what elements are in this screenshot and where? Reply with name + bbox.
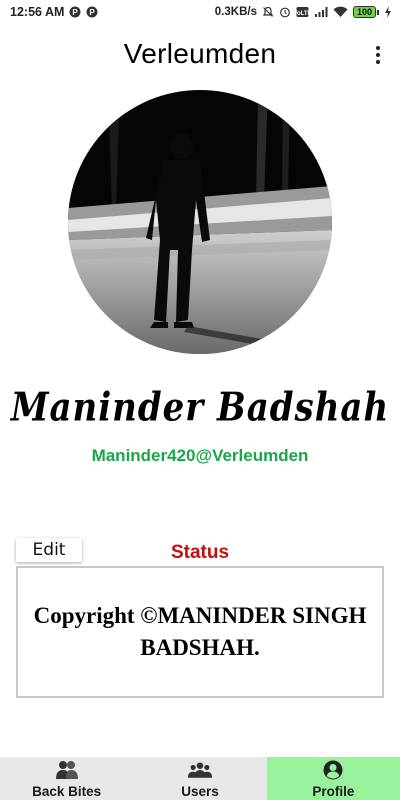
bottom-nav: Back Bites Users Profile	[0, 757, 400, 800]
tab-back-bites-label: Back Bites	[32, 784, 102, 799]
tab-back-bites[interactable]: Back Bites	[0, 757, 133, 800]
profile-photo[interactable]	[68, 90, 332, 354]
edit-status-button[interactable]: Edit	[16, 538, 82, 562]
tab-users[interactable]: Users	[133, 757, 266, 800]
p-icon: P	[86, 6, 98, 18]
wifi-icon	[333, 6, 348, 18]
mute-icon	[262, 6, 274, 18]
network-speed: 0.3KB/s	[214, 6, 257, 18]
status-bar: 12:56 AM P P 0.3KB/s VoLTE 100	[0, 0, 400, 24]
status-text: Copyright ©MANINDER SINGH BADSHAH.	[33, 603, 367, 660]
app-bar: Verleumden	[0, 28, 400, 84]
app-title: Verleumden	[123, 38, 277, 69]
p-icon: P	[69, 6, 81, 18]
volte-icon: VoLTE	[296, 6, 309, 18]
svg-text:VoLTE: VoLTE	[296, 11, 309, 17]
svg-text:P: P	[90, 8, 96, 17]
status-box: Copyright ©MANINDER SINGH BADSHAH.	[16, 566, 384, 698]
battery-icon: 100	[352, 6, 379, 18]
svg-text:P: P	[73, 8, 79, 17]
signal-icon	[314, 6, 328, 18]
profile-username: Maninder420@Verleumden	[91, 446, 309, 465]
battery-level: 100	[352, 6, 376, 18]
users-icon	[187, 760, 212, 780]
tab-profile-label: Profile	[312, 784, 355, 799]
back-bites-icon	[55, 760, 79, 780]
overflow-menu-icon[interactable]	[370, 44, 386, 66]
charging-icon	[384, 6, 392, 18]
profile-icon	[321, 760, 345, 780]
status-title: Status	[170, 542, 230, 563]
status-time: 12:56 AM	[10, 5, 65, 19]
profile-name: Maninder Badshah	[10, 385, 390, 431]
alarm-icon	[279, 6, 291, 18]
tab-users-label: Users	[181, 784, 219, 799]
tab-profile[interactable]: Profile	[266, 757, 400, 800]
